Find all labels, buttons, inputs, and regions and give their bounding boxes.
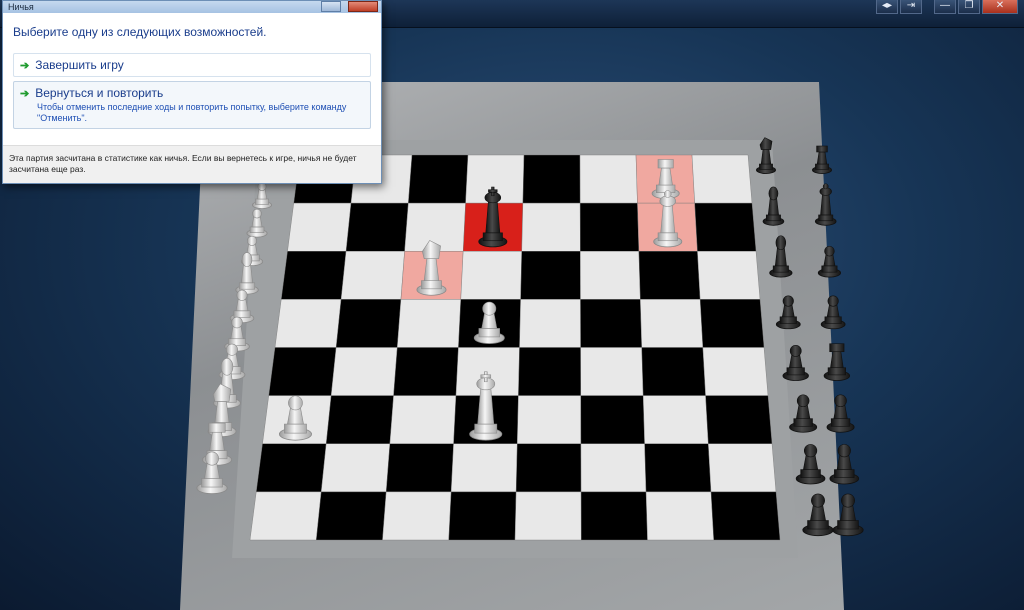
board-square[interactable] bbox=[518, 347, 581, 396]
board-square[interactable] bbox=[397, 299, 461, 348]
board-square[interactable] bbox=[579, 202, 640, 252]
board-square[interactable] bbox=[580, 299, 642, 348]
board-square[interactable] bbox=[281, 251, 347, 300]
board-square[interactable] bbox=[705, 395, 773, 444]
captured-white-pawn[interactable] bbox=[251, 181, 272, 209]
board-square[interactable] bbox=[249, 491, 322, 541]
board-square[interactable] bbox=[580, 251, 641, 300]
draw-dialog: Ничья Выберите одну из следующих возможн… bbox=[2, 0, 382, 184]
captured-black-pawn[interactable] bbox=[789, 394, 818, 433]
board-square[interactable] bbox=[393, 347, 459, 396]
board-square[interactable] bbox=[515, 443, 582, 493]
captured-black-pawn[interactable] bbox=[826, 394, 855, 433]
captured-black-rook[interactable] bbox=[823, 343, 851, 381]
board-square[interactable] bbox=[382, 491, 452, 541]
captured-white-pawn[interactable] bbox=[246, 208, 268, 238]
captured-black-pawn[interactable] bbox=[829, 444, 860, 485]
board-square[interactable] bbox=[517, 395, 582, 444]
board-square[interactable] bbox=[579, 154, 638, 204]
go-back-retry-option[interactable]: ➔ Вернуться и повторить Чтобы отменить п… bbox=[13, 81, 371, 129]
captured-black-pawn[interactable] bbox=[817, 245, 842, 278]
captured-white-pawn[interactable] bbox=[229, 289, 255, 324]
green-arrow-icon: ➔ bbox=[20, 87, 30, 100]
board-square[interactable] bbox=[580, 395, 645, 444]
captured-black-pawn[interactable] bbox=[795, 444, 826, 485]
board-square[interactable] bbox=[520, 251, 581, 300]
board-square[interactable] bbox=[580, 491, 648, 541]
dialog-footer-note: Эта партия засчитана в статистике как ни… bbox=[3, 145, 381, 183]
captured-black-pawn[interactable] bbox=[820, 295, 846, 330]
board-square[interactable] bbox=[345, 202, 409, 252]
captured-black-pawn[interactable] bbox=[832, 493, 864, 537]
captured-black-pawn[interactable] bbox=[782, 345, 809, 381]
board-square[interactable] bbox=[325, 395, 394, 444]
board-square[interactable] bbox=[320, 443, 391, 493]
board-square[interactable] bbox=[699, 299, 765, 348]
captured-black-bishop[interactable] bbox=[769, 235, 793, 278]
dialog-heading: Выберите одну из следующих возможностей. bbox=[13, 25, 267, 39]
end-game-option[interactable]: ➔ Завершить игру bbox=[13, 53, 371, 77]
board-square[interactable] bbox=[642, 395, 709, 444]
board-square[interactable] bbox=[335, 299, 402, 348]
board-square[interactable] bbox=[385, 443, 454, 493]
board-square[interactable] bbox=[274, 299, 342, 348]
captured-black-bishop[interactable] bbox=[762, 186, 785, 226]
board-square[interactable] bbox=[408, 154, 469, 204]
board-square[interactable] bbox=[521, 202, 581, 252]
option-label: Вернуться и повторить bbox=[35, 86, 164, 100]
board-square[interactable] bbox=[697, 251, 761, 300]
board-square[interactable] bbox=[580, 443, 647, 493]
board-square[interactable] bbox=[389, 395, 457, 444]
board-square[interactable] bbox=[330, 347, 398, 396]
captured-black-queen[interactable] bbox=[814, 183, 837, 226]
board-square[interactable] bbox=[519, 299, 581, 348]
board-square[interactable] bbox=[638, 251, 701, 300]
board-square[interactable] bbox=[702, 347, 769, 396]
green-arrow-icon: ➔ bbox=[20, 59, 30, 72]
captured-black-pawn[interactable] bbox=[802, 493, 834, 537]
board-square[interactable] bbox=[514, 491, 582, 541]
board-square[interactable] bbox=[450, 443, 518, 493]
board-square[interactable] bbox=[256, 443, 327, 493]
dialog-title-bar: Ничья bbox=[3, 1, 381, 13]
captured-black-knight[interactable] bbox=[756, 137, 777, 174]
board-square[interactable] bbox=[460, 251, 522, 300]
board-squares bbox=[249, 154, 781, 541]
option-description: Чтобы отменить последние ходы и повторит… bbox=[37, 102, 347, 123]
board-square[interactable] bbox=[644, 443, 712, 493]
board-square[interactable] bbox=[708, 443, 777, 493]
board-square[interactable] bbox=[694, 202, 757, 252]
captured-black-rook[interactable] bbox=[812, 145, 833, 174]
board-square[interactable] bbox=[640, 299, 704, 348]
captured-black-pawn[interactable] bbox=[775, 295, 801, 330]
board-square[interactable] bbox=[645, 491, 714, 541]
board-square[interactable] bbox=[641, 347, 706, 396]
board-square[interactable] bbox=[287, 202, 352, 252]
help-button[interactable] bbox=[321, 1, 341, 12]
board-square[interactable] bbox=[340, 251, 405, 300]
board-square[interactable] bbox=[316, 491, 387, 541]
board-square[interactable] bbox=[448, 491, 517, 541]
board-square[interactable] bbox=[691, 154, 753, 204]
option-label: Завершить игру bbox=[35, 58, 124, 72]
board-square[interactable] bbox=[710, 491, 781, 541]
dialog-title: Ничья bbox=[8, 2, 34, 12]
board-square[interactable] bbox=[580, 347, 644, 396]
board-square[interactable] bbox=[522, 154, 581, 204]
board-square[interactable] bbox=[268, 347, 337, 396]
dialog-close-button[interactable] bbox=[348, 1, 378, 12]
